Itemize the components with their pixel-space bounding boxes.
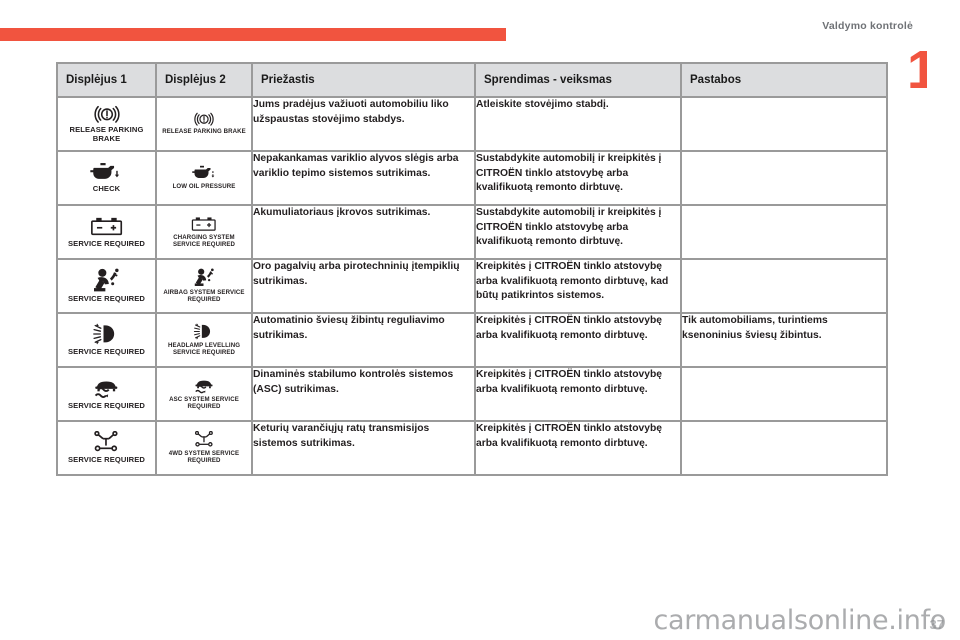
oil-can-check-icon [90,162,123,182]
watermark: carmanualsonline.info [653,605,947,636]
warning-tile-label: AIRBAG SYSTEM SERVICE REQUIRED [163,288,245,303]
warning-tile-label: LOW OIL PRESSURE [172,182,236,190]
warning-tile: LOW OIL PRESSURE [157,152,251,204]
warning-tile: CHARGING SYSTEM SERVICE REQUIRED [157,206,251,258]
notes-cell [680,96,888,152]
cause-cell: Dinaminės stabilumo kontrolės sistemos (… [251,366,476,422]
warning-tile-label: RELEASE PARKING BRAKE [69,125,144,143]
headlamp-levelling-icon [193,323,215,340]
warning-tile: AIRBAG SYSTEM SERVICE REQUIRED [157,260,251,312]
asc-stability-icon [92,378,121,399]
cause-cell: Jums pradėjus važiuoti automobiliu liko … [251,96,476,152]
warning-tile: SERVICE REQUIRED [58,314,155,366]
warning-tile-label: SERVICE REQUIRED [68,294,145,304]
solution-cell: Sustabdykite automobilį ir kreipkitės į … [474,204,682,260]
cause-cell: Automatinio šviesų žibintų reguliavimo s… [251,312,476,368]
warning-tile: RELEASE PARKING BRAKE [58,98,155,150]
asc-stability-icon [193,378,215,394]
solution-cell: Kreipkitės į CITROËN tinklo atstovybę ar… [474,366,682,422]
column-header-solution: Sprendimas - veiksmas [474,62,682,98]
warning-tile-label: SERVICE REQUIRED [68,347,145,357]
cause-cell: Oro pagalvių arba pirotechninių įtempikl… [251,258,476,314]
notes-cell: Tik automobiliams, turintiems ksenoniniu… [680,312,888,368]
table-body: RELEASE PARKING BRAKE RELEASE PARKING BR… [56,96,888,476]
headlamp-levelling-icon [92,323,120,345]
notes-cell [680,204,888,260]
column-header-cause: Priežastis [251,62,476,98]
warning-tile: SERVICE REQUIRED [58,368,155,420]
warning-tile: 4WD SYSTEM SERVICE REQUIRED [157,422,251,474]
display-1-cell: SERVICE REQUIRED [56,204,157,260]
display-2-cell: AIRBAG SYSTEM SERVICE REQUIRED [155,258,253,314]
cause-cell: Nepakankamas variklio alyvos slėgis arba… [251,150,476,206]
display-2-cell: LOW OIL PRESSURE [155,150,253,206]
warning-tile-label: RELEASE PARKING BRAKE [162,128,246,136]
solution-cell: Atleiskite stovėjimo stabdį. [474,96,682,152]
warning-lamp-table: Displėjus 1 Displėjus 2 Priežastis Spren… [56,62,888,476]
display-2-cell: CHARGING SYSTEM SERVICE REQUIRED [155,204,253,260]
column-header-display-2: Displėjus 2 [155,62,253,98]
display-2-cell: 4WD SYSTEM SERVICE REQUIRED [155,420,253,476]
cause-cell: Keturių varančiųjų ratų transmisijos sis… [251,420,476,476]
warning-tile-label: CHECK [92,184,121,194]
chapter-accent-bar [0,28,506,41]
display-1-cell: CHECK [56,150,157,206]
table-header-row: Displėjus 1 Displėjus 2 Priežastis Spren… [56,62,888,98]
warning-lamp-table-container: Displėjus 1 Displėjus 2 Priežastis Spren… [56,62,888,476]
oil-can-low-pressure-icon [191,165,217,181]
solution-cell: Kreipkitės į CITROËN tinklo atstovybę ar… [474,312,682,368]
battery-icon [90,216,123,237]
display-1-cell: SERVICE REQUIRED [56,420,157,476]
table-row: SERVICE REQUIRED HEADLAMP LEVELLING SERV… [56,312,888,368]
warning-tile-label: HEADLAMP LEVELLING SERVICE REQUIRED [167,342,241,356]
display-2-cell: ASC SYSTEM SERVICE REQUIRED [155,366,253,422]
table-row: SERVICE REQUIRED AIRBAG SYSTEM SERVICE R… [56,258,888,314]
column-header-notes: Pastabos [680,62,888,98]
table-row: SERVICE REQUIRED 4WD SYSTEM SERVICE REQU… [56,420,888,476]
table-row: SERVICE REQUIRED ASC SYSTEM SERVICE REQU… [56,366,888,422]
warning-tile-label: ASC SYSTEM SERVICE REQUIRED [169,395,239,410]
table-header: Displėjus 1 Displėjus 2 Priežastis Spren… [56,62,888,98]
solution-cell: Kreipkitės į CITROËN tinklo atstovybę ar… [474,420,682,476]
notes-cell [680,366,888,422]
display-1-cell: SERVICE REQUIRED [56,312,157,368]
manual-page: { "header": { "chapter_title": "Valdymo … [0,0,960,640]
warning-tile: ASC SYSTEM SERVICE REQUIRED [157,368,251,420]
warning-tile: HEADLAMP LEVELLING SERVICE REQUIRED [157,314,251,366]
solution-cell: Kreipkitės į CITROËN tinklo atstovybę ar… [474,258,682,314]
chapter-number-tab: 1 [907,48,927,92]
display-1-cell: SERVICE REQUIRED [56,366,157,422]
notes-cell [680,150,888,206]
battery-icon [191,216,217,232]
airbag-icon [93,268,120,292]
table-row: RELEASE PARKING BRAKE RELEASE PARKING BR… [56,96,888,152]
table-row: SERVICE REQUIRED CHARGING SYSTEM SERVICE… [56,204,888,260]
notes-cell [680,258,888,314]
warning-tile-label: 4WD SYSTEM SERVICE REQUIRED [168,450,240,465]
airbag-icon [194,268,215,287]
solution-cell: Sustabdykite automobilį ir kreipkitės į … [474,150,682,206]
warning-tile-label: CHARGING SYSTEM SERVICE REQUIRED [172,233,236,248]
display-1-cell: SERVICE REQUIRED [56,258,157,314]
cause-cell: Akumuliatoriaus įkrovos sutrikimas. [251,204,476,260]
four-wheel-drive-icon [93,431,120,453]
display-1-cell: RELEASE PARKING BRAKE [56,96,157,152]
warning-tile: RELEASE PARKING BRAKE [157,98,251,150]
warning-tile-label: SERVICE REQUIRED [68,455,145,465]
warning-tile: SERVICE REQUIRED [58,260,155,312]
warning-tile: SERVICE REQUIRED [58,206,155,258]
warning-tile-label: SERVICE REQUIRED [68,400,145,410]
four-wheel-drive-icon [194,431,214,448]
display-2-cell: HEADLAMP LEVELLING SERVICE REQUIRED [155,312,253,368]
table-row: CHECK LOW OIL PRESSURE Nepakankamas varik… [56,150,888,206]
warning-tile: SERVICE REQUIRED [58,422,155,474]
warning-tile-label: SERVICE REQUIRED [68,238,145,248]
warning-tile: CHECK [58,152,155,204]
notes-cell [680,420,888,476]
parking-brake-warning-icon [194,112,214,126]
parking-brake-warning-icon [93,105,120,124]
column-header-display-1: Displėjus 1 [56,62,157,98]
chapter-title: Valdymo kontrolė [822,20,913,32]
display-2-cell: RELEASE PARKING BRAKE [155,96,253,152]
